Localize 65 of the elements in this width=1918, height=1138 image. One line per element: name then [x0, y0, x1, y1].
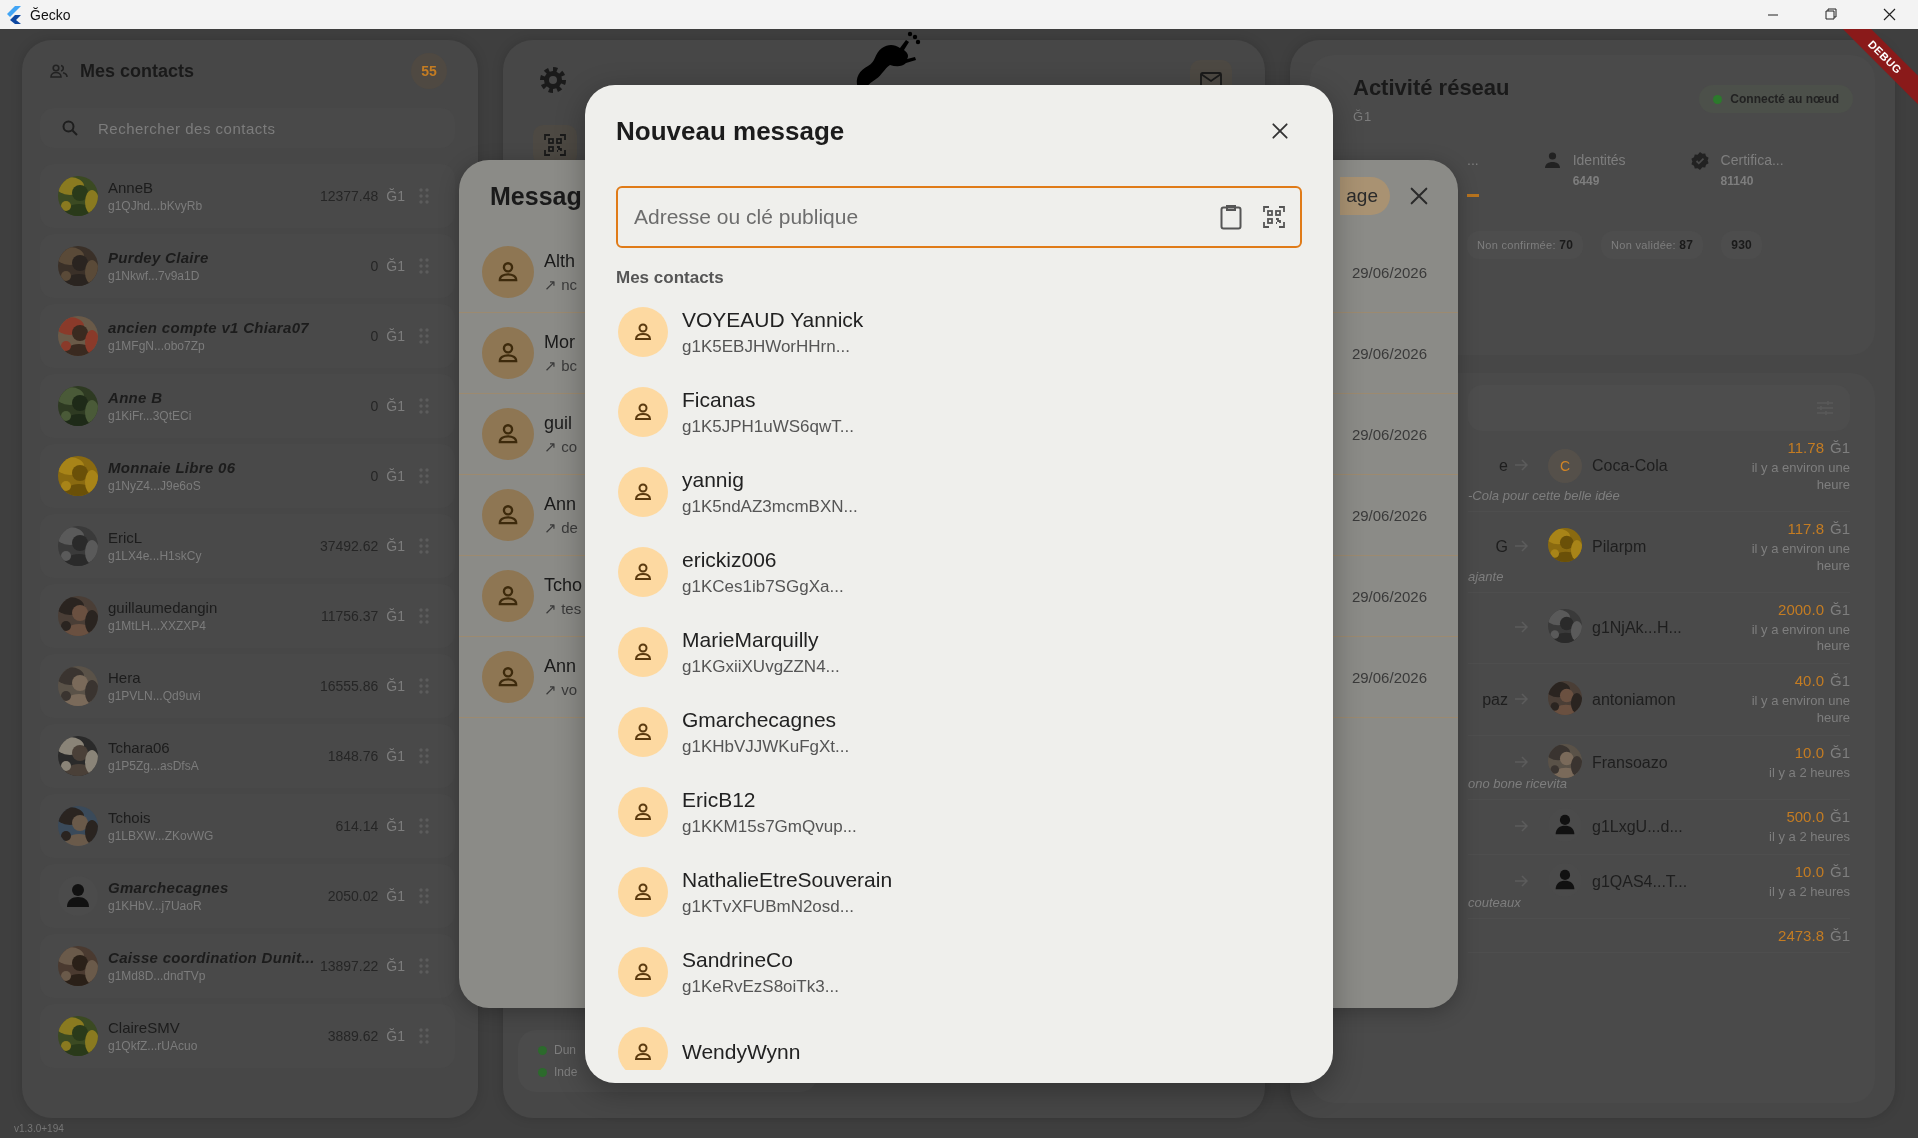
contact-name: EricB12: [682, 787, 757, 812]
contact-address: g1KHbVJJWKuFgXt...: [682, 736, 850, 757]
contact-address: g1KTvXFUBmN2osd...: [682, 896, 855, 917]
dialog-title: Nouveau message: [616, 115, 845, 147]
message-date: 29/06/2026: [1351, 425, 1427, 443]
contact-name: VOYEAUD Yannick: [682, 307, 864, 332]
people-icon: [50, 64, 68, 78]
contact-address: g1K5ndAZ3mcmBXN...: [682, 496, 858, 517]
search-icon: [62, 120, 78, 136]
message-preview: ↗ co: [544, 437, 578, 456]
contact-item[interactable]: yannig g1K5ndAZ3mcmBXN...: [616, 452, 1302, 532]
verified-icon: [1690, 152, 1709, 170]
contact-item[interactable]: WendyWynn: [616, 1012, 1302, 1070]
settings-icon[interactable]: [538, 65, 568, 95]
close-icon[interactable]: [1270, 121, 1290, 141]
contact-name: NathalieEtreSouverain: [682, 867, 893, 892]
message-date: 29/06/2026: [1351, 587, 1427, 605]
person-icon: [1543, 152, 1561, 168]
contact-item[interactable]: NathalieEtreSouverain g1KTvXFUBmN2osd...: [616, 852, 1302, 932]
message-date: 29/06/2026: [1351, 344, 1427, 362]
contact-name: Ficanas: [682, 387, 757, 412]
stats-tab[interactable]: ...: [1467, 152, 1479, 197]
contact-name: WendyWynn: [682, 1040, 801, 1064]
contact-item[interactable]: VOYEAUD Yannick g1K5EBJHWorHHrn...: [616, 292, 1302, 372]
contact-name: erickiz006: [682, 547, 778, 572]
contact-name: yannig: [682, 467, 745, 492]
contact-address: g1K5EBJHWorHHrn...: [682, 336, 851, 357]
clipboard-icon[interactable]: [1220, 204, 1242, 230]
contact-address: g1KeRvEzS8oiTk3...: [682, 976, 839, 997]
contact-name: MarieMarquilly: [682, 627, 820, 652]
qr-scan-icon[interactable]: [1262, 205, 1286, 229]
contact-address: g1KGxiiXUvgZZN4...: [682, 656, 840, 677]
contact-item[interactable]: Ficanas g1K5JPH1uWS6qwT...: [616, 372, 1302, 452]
conversation-name: Ann: [544, 655, 578, 677]
contact-item[interactable]: SandrineCo g1KeRvEzS8oiTk3...: [616, 932, 1302, 1012]
message-preview: ↗ vo: [544, 680, 578, 699]
new-message-button[interactable]: age: [1340, 177, 1390, 215]
message-date: 29/06/2026: [1351, 263, 1427, 281]
conversation-name: Alth: [544, 250, 577, 272]
count-badge: 55: [411, 53, 447, 89]
message-preview: ↗ tes: [544, 599, 583, 618]
message-date: 29/06/2026: [1351, 668, 1427, 686]
contact-item[interactable]: EricB12 g1KKM15s7GmQvup...: [616, 772, 1302, 852]
conversation-name: Tcho: [544, 574, 584, 596]
message-date: 29/06/2026: [1351, 506, 1427, 524]
dialog-title: Messag: [490, 181, 582, 211]
address-field[interactable]: Adresse ou clé publique: [616, 186, 1302, 248]
message-preview: ↗ de: [544, 518, 579, 537]
window-title: Ğecko: [30, 6, 71, 23]
contact-address: g1K5JPH1uWS6qwT...: [682, 416, 854, 437]
contact-address: g1KCes1ib7SGgXa...: [682, 576, 844, 597]
contact-name: Gmarchecagnes: [682, 707, 838, 732]
contact-item[interactable]: Gmarchecagnes g1KHbVJJWKuFgXt...: [616, 692, 1302, 772]
letter-avatar: C: [1548, 449, 1582, 484]
contact-name: SandrineCo: [682, 947, 794, 972]
conversation-name: Ann: [544, 493, 578, 515]
contact-address: g1KKM15s7GmQvup...: [682, 816, 857, 837]
message-preview: ↗ bc: [544, 356, 578, 375]
conversation-name: Mor: [544, 331, 576, 353]
contact-item[interactable]: MarieMarquilly g1KGxiiXUvgZZN4...: [616, 612, 1302, 692]
app-icon: [5, 5, 23, 24]
conversation-name: guil: [544, 412, 574, 434]
section-label: Mes contacts: [616, 268, 725, 288]
contact-item[interactable]: erickiz006 g1KCes1ib7SGgXa...: [616, 532, 1302, 612]
message-preview: ↗ nc: [544, 275, 578, 294]
